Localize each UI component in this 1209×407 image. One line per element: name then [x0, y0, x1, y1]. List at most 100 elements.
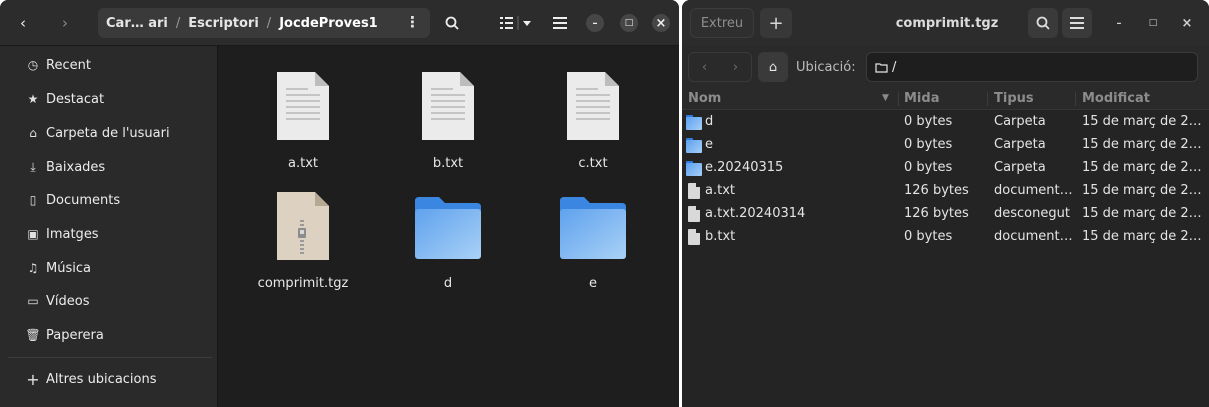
sidebar-item-images[interactable]: ▣ Imatges	[8, 219, 210, 249]
column-header-modified[interactable]: Modificat	[1082, 91, 1150, 106]
maximize-button[interactable]: □	[620, 14, 638, 32]
file-item-folder-d[interactable]: d	[393, 190, 503, 300]
home-icon: ⌂	[768, 59, 778, 75]
row-type: Carpeta	[994, 160, 1046, 175]
text-file-icon	[422, 72, 474, 140]
table-row[interactable]: a.txt 126 bytes document… 15 de març de …	[682, 180, 1209, 203]
location-label: Ubicació:	[796, 59, 856, 75]
column-header-size[interactable]: Mida	[904, 91, 939, 106]
file-item-c-txt[interactable]: c.txt	[538, 70, 648, 180]
sidebar-item-label: Recent	[46, 57, 91, 73]
sidebar-item-recent[interactable]: ◷ Recent	[8, 50, 210, 80]
search-icon	[445, 16, 459, 30]
sidebar-divider	[8, 357, 212, 358]
column-divider	[898, 92, 899, 106]
back-button[interactable]: ‹	[8, 8, 38, 38]
column-header-name[interactable]: Nom	[688, 91, 721, 106]
sidebar: ◷ Recent ★ Destacat ⌂ Carpeta de l'usuar…	[0, 46, 218, 407]
trash-icon: 🗑	[25, 328, 41, 342]
sidebar-item-trash[interactable]: 🗑 Paperera	[8, 320, 210, 350]
close-button[interactable]: ×	[652, 14, 670, 32]
path-separator: /	[266, 15, 272, 31]
sort-descending-icon: ▼	[882, 93, 889, 103]
main-menu-button[interactable]	[548, 8, 572, 38]
search-button[interactable]	[1028, 8, 1058, 38]
search-icon	[1036, 16, 1050, 30]
path-separator: /	[175, 15, 181, 31]
path-bar[interactable]: Car… ari / Escriptori / JocdeProves1 ⋮	[98, 8, 430, 38]
extract-button[interactable]: Extreu	[690, 8, 754, 38]
document-icon	[686, 183, 702, 199]
search-button[interactable]	[438, 8, 466, 38]
sidebar-item-documents[interactable]: ▯ Documents	[8, 185, 210, 215]
maximize-icon: □	[1148, 18, 1158, 28]
path-segment-desktop[interactable]: Escriptori	[188, 16, 259, 31]
file-item-comprimit-tgz[interactable]: comprimit.tgz	[248, 190, 358, 300]
maximize-button[interactable]: □	[1144, 14, 1162, 32]
row-size: 0 bytes	[904, 160, 953, 175]
chevron-right-icon[interactable]: ›	[733, 60, 738, 75]
table-row[interactable]: e 0 bytes Carpeta 15 de març de 2…	[682, 134, 1209, 157]
folder-icon	[686, 114, 702, 130]
sidebar-item-music[interactable]: ♫ Música	[8, 253, 210, 283]
view-options-button[interactable]	[497, 8, 537, 38]
table-row[interactable]: e.20240315 0 bytes Carpeta 15 de març de…	[682, 157, 1209, 180]
home-button[interactable]: ⌂	[758, 52, 788, 82]
row-type: document…	[994, 229, 1073, 244]
path-segment-current[interactable]: JocdeProves1	[279, 16, 378, 31]
file-item-b-txt[interactable]: b.txt	[393, 70, 503, 180]
chevron-left-icon[interactable]: ‹	[702, 60, 707, 75]
sidebar-item-home[interactable]: ⌂ Carpeta de l'usuari	[8, 118, 210, 148]
file-item-folder-e[interactable]: e	[538, 190, 648, 300]
row-size: 0 bytes	[904, 114, 953, 129]
minimize-button[interactable]: –	[1110, 14, 1128, 32]
column-header-type[interactable]: Tipus	[994, 91, 1034, 106]
clock-icon: ◷	[27, 58, 39, 72]
chevron-left-icon: ‹	[20, 14, 26, 32]
sidebar-item-label: Paperera	[46, 327, 104, 343]
sidebar-item-starred[interactable]: ★ Destacat	[8, 84, 210, 114]
file-name: d	[443, 276, 453, 291]
table-row[interactable]: a.txt.20240314 126 bytes desconegut 15 d…	[682, 203, 1209, 226]
close-button[interactable]: ×	[1178, 14, 1196, 32]
folder-menu-button[interactable]: ⋮	[405, 13, 420, 31]
file-name: b.txt	[432, 156, 464, 171]
row-type: Carpeta	[994, 137, 1046, 152]
forward-button[interactable]: ›	[50, 8, 80, 38]
home-icon: ⌂	[29, 126, 37, 140]
document-icon	[686, 206, 702, 222]
close-icon: ×	[1181, 15, 1193, 31]
archive-icon	[277, 192, 329, 260]
download-icon: ⤓	[30, 159, 36, 174]
add-files-button[interactable]: +	[760, 8, 792, 38]
file-name: a.txt	[288, 156, 318, 171]
row-modified: 15 de març de 2…	[1082, 114, 1202, 129]
document-icon	[686, 229, 702, 245]
archive-manager-window: Extreu + comprimit.tgz – □ × ‹ › ⌂ Ubica…	[682, 0, 1209, 407]
document-icon: ▯	[29, 193, 37, 207]
path-segment-parent[interactable]: Car… ari	[106, 16, 168, 31]
table-row[interactable]: d 0 bytes Carpeta 15 de març de 2…	[682, 111, 1209, 134]
row-name: d	[705, 114, 714, 129]
sidebar-item-videos[interactable]: ▭ Vídeos	[8, 286, 210, 316]
plus-icon: +	[768, 12, 784, 34]
sidebar-item-label: Vídeos	[46, 293, 90, 309]
folder-icon	[415, 197, 481, 259]
sidebar-item-other-locations[interactable]: + Altres ubicacions	[8, 364, 210, 394]
row-size: 0 bytes	[904, 137, 953, 152]
file-item-a-txt[interactable]: a.txt	[248, 70, 358, 180]
location-field[interactable]: /	[866, 52, 1198, 82]
sidebar-item-label: Destacat	[46, 91, 105, 107]
main-menu-button[interactable]	[1062, 8, 1092, 38]
sidebar-item-downloads[interactable]: ⤓ Baixades	[8, 152, 210, 182]
row-type: document…	[994, 183, 1073, 198]
plus-icon: +	[26, 369, 40, 389]
text-file-icon	[277, 72, 329, 140]
table-header: Nom ▼ Mida Tipus Modificat	[682, 88, 1209, 110]
minimize-button[interactable]: –	[586, 14, 604, 32]
table-row[interactable]: b.txt 0 bytes document… 15 de març de 2…	[682, 226, 1209, 249]
column-divider	[1075, 92, 1076, 106]
sidebar-item-label: Carpeta de l'usuari	[46, 125, 170, 141]
folder-icon	[686, 160, 702, 176]
row-modified: 15 de març de 2…	[1082, 229, 1202, 244]
